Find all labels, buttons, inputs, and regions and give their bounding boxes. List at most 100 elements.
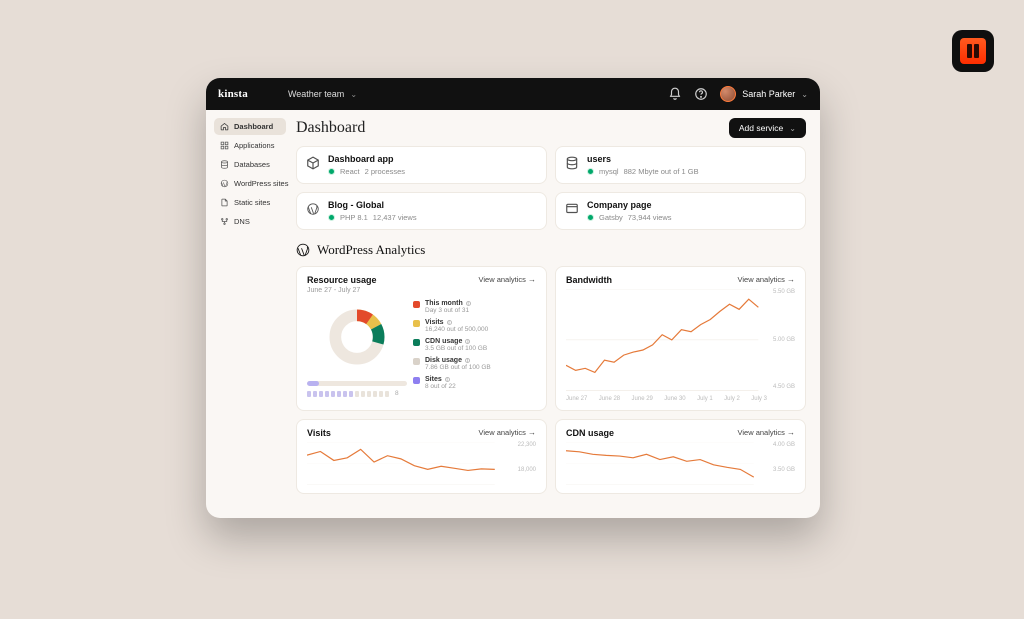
resource-donut-chart	[322, 302, 392, 375]
bandwidth-chart: 5.50 GB5.00 GB4.50 GB June 27June 28June…	[566, 289, 795, 402]
cdn-chart: 4.00 GB3.50 GB	[566, 442, 795, 485]
view-analytics-link[interactable]: View analytics →	[738, 428, 795, 437]
add-service-button[interactable]: Add service ⌄	[729, 118, 806, 138]
arrow-right-icon: →	[528, 428, 536, 437]
arrow-right-icon: →	[787, 428, 795, 437]
sites-slots-chart: 8	[307, 390, 399, 397]
notifications-icon[interactable]	[668, 87, 682, 101]
hoverify-extension-icon[interactable]	[952, 30, 994, 72]
legend-swatch-icon	[413, 320, 420, 327]
wordpress-icon	[306, 202, 320, 216]
home-icon	[220, 122, 229, 131]
brand-logo: kinsta	[218, 88, 248, 100]
info-icon: i	[466, 301, 471, 306]
arrow-right-icon: →	[787, 275, 795, 284]
service-stat: 882 Mbyte out of 1 GB	[624, 167, 699, 176]
service-title: Blog - Global	[328, 200, 417, 210]
team-selector[interactable]: Weather team ⌄	[288, 89, 357, 99]
button-label: Add service	[739, 123, 783, 133]
section-header: WordPress Analytics	[296, 242, 806, 258]
panel-title: Visits	[307, 428, 331, 438]
panel-title: Resource usage	[307, 275, 377, 285]
sidebar-item-applications[interactable]: Applications	[214, 137, 286, 154]
info-icon: i	[465, 358, 470, 363]
panel-title: CDN usage	[566, 428, 614, 438]
info-icon: i	[447, 320, 452, 325]
sidebar-item-dns[interactable]: DNS	[214, 213, 286, 230]
service-tech: mysql	[599, 167, 619, 176]
status-dot-icon	[587, 168, 594, 175]
dns-icon	[220, 217, 229, 226]
view-analytics-link[interactable]: View analytics →	[738, 275, 795, 284]
status-dot-icon	[587, 214, 594, 221]
legend-item: CDN usagei3.5 GB out of 100 GB	[413, 338, 491, 352]
database-icon	[220, 160, 229, 169]
app-window: kinsta Weather team ⌄ Sarah Parker ⌄ Das…	[206, 78, 820, 518]
sidebar-item-label: WordPress sites	[234, 179, 288, 188]
legend-item: Sitesi8 out of 22	[413, 376, 491, 390]
usage-bar	[307, 381, 407, 386]
legend-swatch-icon	[413, 358, 420, 365]
sidebar-item-static[interactable]: Static sites	[214, 194, 286, 211]
service-tech: Gatsby	[599, 213, 623, 222]
legend-swatch-icon	[413, 301, 420, 308]
legend-swatch-icon	[413, 377, 420, 384]
arrow-right-icon: →	[528, 275, 536, 284]
avatar	[720, 86, 736, 102]
page-title: Dashboard	[296, 119, 365, 137]
sidebar-item-label: Static sites	[234, 198, 270, 207]
service-stat: 73,944 views	[628, 213, 672, 222]
chevron-down-icon: ⌄	[350, 90, 357, 99]
section-title: WordPress Analytics	[317, 242, 425, 258]
team-label: Weather team	[288, 89, 344, 99]
services-grid: Dashboard app React 2 processes users	[296, 146, 806, 230]
service-card[interactable]: Dashboard app React 2 processes	[296, 146, 547, 184]
topbar: kinsta Weather team ⌄ Sarah Parker ⌄	[206, 78, 820, 110]
service-tech: PHP 8.1	[340, 213, 368, 222]
help-icon[interactable]	[694, 87, 708, 101]
user-name: Sarah Parker	[742, 89, 795, 99]
service-card[interactable]: Company page Gatsby 73,944 views	[555, 192, 806, 230]
chevron-down-icon: ⌄	[801, 90, 808, 99]
main: Dashboard Add service ⌄ Dashboard app Re…	[290, 110, 820, 518]
user-menu[interactable]: Sarah Parker ⌄	[720, 86, 808, 102]
service-title: users	[587, 154, 699, 164]
box-icon	[306, 156, 320, 170]
legend-swatch-icon	[413, 339, 420, 346]
info-icon: i	[445, 377, 450, 382]
panel-visits: Visits View analytics → 22,30018,000	[296, 419, 547, 494]
page-header: Dashboard Add service ⌄	[296, 118, 806, 138]
status-dot-icon	[328, 168, 335, 175]
service-stat: 2 processes	[365, 167, 405, 176]
sidebar-item-wordpress[interactable]: WordPress sites	[214, 175, 286, 192]
panel-title: Bandwidth	[566, 275, 612, 285]
view-analytics-link[interactable]: View analytics →	[479, 428, 536, 437]
sidebar-item-label: DNS	[234, 217, 250, 226]
donut-legend: This monthiDay 3 out of 31Visitsi16,240 …	[413, 298, 491, 402]
sidebar-item-label: Applications	[234, 141, 274, 150]
service-card[interactable]: users mysql 882 Mbyte out of 1 GB	[555, 146, 806, 184]
sidebar-item-dashboard[interactable]: Dashboard	[214, 118, 286, 135]
service-card[interactable]: Blog - Global PHP 8.1 12,437 views	[296, 192, 547, 230]
info-icon: i	[465, 339, 470, 344]
legend-item: Visitsi16,240 out of 500,000	[413, 319, 491, 333]
chevron-down-icon: ⌄	[789, 124, 796, 133]
panel-subtitle: June 27 - July 27	[307, 287, 377, 294]
sidebar-item-label: Dashboard	[234, 122, 273, 131]
visits-chart: 22,30018,000	[307, 442, 536, 485]
view-analytics-link[interactable]: View analytics →	[479, 275, 536, 284]
file-icon	[220, 198, 229, 207]
grid-icon	[220, 141, 229, 150]
browser-icon	[565, 202, 579, 216]
sidebar-item-label: Databases	[234, 160, 270, 169]
database-icon	[565, 156, 579, 170]
panel-bandwidth: Bandwidth View analytics → 5.50 GB5.00 G…	[555, 266, 806, 411]
sidebar: Dashboard Applications Databases WordPre…	[206, 110, 290, 518]
service-title: Company page	[587, 200, 672, 210]
wordpress-icon	[220, 179, 229, 188]
service-tech: React	[340, 167, 360, 176]
status-dot-icon	[328, 214, 335, 221]
sidebar-item-databases[interactable]: Databases	[214, 156, 286, 173]
service-title: Dashboard app	[328, 154, 405, 164]
service-stat: 12,437 views	[373, 213, 417, 222]
